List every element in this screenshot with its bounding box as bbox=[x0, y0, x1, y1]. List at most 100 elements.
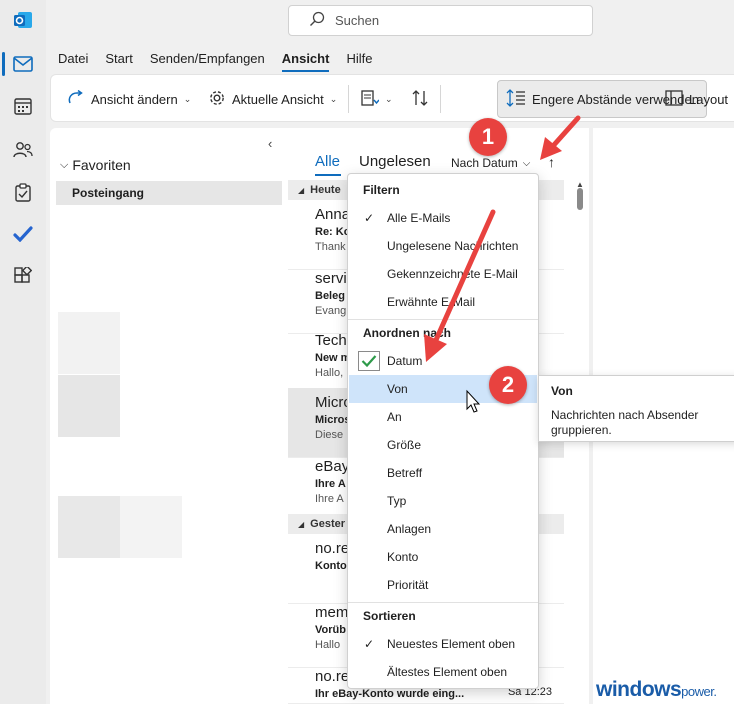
menu-item-newest-first[interactable]: ✓ Neuestes Element oben bbox=[349, 630, 537, 658]
scrollbar-thumb[interactable] bbox=[577, 188, 583, 210]
check-icon: ✓ bbox=[364, 211, 375, 225]
watermark-suffix: power. bbox=[681, 684, 717, 699]
favorites-label: Favoriten bbox=[72, 157, 131, 173]
watermark-brand: windows bbox=[596, 678, 682, 701]
menu-item-all-mails[interactable]: ✓ Alle E-Mails bbox=[349, 204, 537, 232]
menu-item-label: An bbox=[387, 410, 402, 424]
menu-tabs: Datei Start Senden/Empfangen Ansicht Hil… bbox=[58, 51, 389, 72]
app-rail bbox=[0, 0, 46, 704]
outlook-logo-icon bbox=[11, 8, 35, 32]
chevron-down-icon: ⌵ bbox=[522, 157, 531, 169]
blurred-area bbox=[58, 375, 120, 437]
menu-item-label: Neuestes Element oben bbox=[387, 637, 516, 651]
menu-item-priority[interactable]: Priorität bbox=[349, 571, 537, 599]
chevron-down-icon: ⌄ bbox=[385, 93, 393, 104]
current-view-label: Aktuelle Ansicht bbox=[232, 91, 324, 107]
sort-order-button[interactable] bbox=[411, 87, 429, 111]
chevron-down-icon: ⌄ bbox=[183, 93, 192, 104]
search-box[interactable]: Suchen bbox=[288, 5, 593, 36]
menu-divider bbox=[348, 602, 538, 603]
menu-item-label: Konto bbox=[387, 550, 419, 564]
arrange-icon bbox=[361, 89, 380, 110]
current-view-button[interactable]: Aktuelle Ansicht ⌄ bbox=[208, 87, 337, 111]
menu-item-label: Gekennzeichnete E-Mail bbox=[387, 267, 518, 281]
menu-item-unread[interactable]: Ungelesene Nachrichten bbox=[349, 232, 537, 260]
ribbon: Ansicht ändern ⌄ Aktuelle Ansicht ⌄ ⌄ En… bbox=[50, 74, 734, 122]
menu-item-label: Datum bbox=[387, 354, 423, 368]
todo-check-icon[interactable] bbox=[11, 222, 35, 246]
menu-item-label: Größe bbox=[387, 438, 422, 452]
step-badge-1: 1 bbox=[469, 118, 507, 156]
menu-item-label: Priorität bbox=[387, 578, 429, 592]
tab-unread[interactable]: Ungelesen bbox=[359, 153, 431, 170]
search-placeholder: Suchen bbox=[335, 13, 380, 28]
menu-item-attachments[interactable]: Anlagen bbox=[349, 515, 537, 543]
blurred-area bbox=[120, 496, 182, 558]
mail-icon[interactable] bbox=[11, 52, 35, 76]
menu-divider bbox=[348, 319, 538, 320]
ribbon-divider bbox=[348, 85, 349, 113]
menu-item-label: Typ bbox=[387, 494, 407, 508]
menu-item-to[interactable]: An bbox=[349, 403, 537, 431]
menu-item-label: Anlagen bbox=[387, 522, 432, 536]
menu-item-account[interactable]: Konto bbox=[349, 543, 537, 571]
sort-arrows-icon bbox=[411, 89, 429, 110]
menu-item-type[interactable]: Typ bbox=[349, 487, 537, 515]
collapse-pane-icon[interactable]: ‹ bbox=[268, 136, 272, 151]
blurred-area bbox=[58, 312, 120, 374]
line-spacing-icon bbox=[506, 88, 526, 110]
group-label: Heute bbox=[310, 184, 341, 196]
sort-filter-menu: Filtern ✓ Alle E-Mails Ungelesene Nachric… bbox=[347, 173, 539, 689]
change-view-button[interactable]: Ansicht ändern ⌄ bbox=[67, 87, 191, 111]
layout-icon bbox=[665, 89, 683, 109]
tooltip: Von Nachrichten nach Absender gruppieren… bbox=[538, 375, 734, 442]
group-label: Gester bbox=[310, 518, 346, 530]
tab-all-underline bbox=[315, 174, 341, 176]
arrange-button[interactable]: ⌄ bbox=[361, 87, 393, 111]
watermark-logo: windowspower. bbox=[596, 678, 717, 702]
tab-all[interactable]: Alle bbox=[315, 153, 340, 170]
clipboard-icon[interactable] bbox=[11, 180, 35, 204]
menu-item-size[interactable]: Größe bbox=[349, 431, 537, 459]
filter-heading: Filtern bbox=[363, 183, 400, 197]
layout-button[interactable]: Layout bbox=[665, 87, 728, 111]
calendar-icon[interactable] bbox=[11, 94, 35, 118]
green-check-icon bbox=[358, 351, 380, 371]
folder-inbox[interactable]: Posteingang bbox=[56, 181, 282, 205]
tab-senden-empfangen[interactable]: Senden/Empfangen bbox=[150, 51, 265, 72]
sort-heading: Sortieren bbox=[363, 609, 416, 623]
favorites-header[interactable]: ⌵ Favoriten bbox=[60, 157, 131, 173]
change-view-icon bbox=[67, 89, 85, 109]
sort-direction-icon[interactable]: ↑ bbox=[548, 154, 555, 170]
collapse-triangle-icon: ◢ bbox=[298, 186, 305, 195]
change-view-label: Ansicht ändern bbox=[91, 91, 178, 107]
search-icon bbox=[309, 11, 325, 30]
chevron-down-icon: ⌵ bbox=[60, 158, 69, 171]
blurred-area bbox=[58, 496, 120, 558]
apps-icon[interactable] bbox=[11, 264, 35, 288]
arrange-heading: Anordnen nach bbox=[363, 326, 452, 340]
step-badge-2: 2 bbox=[489, 366, 527, 404]
menu-item-label: Ältestes Element oben bbox=[387, 665, 508, 679]
menu-item-flagged[interactable]: Gekennzeichnete E-Mail bbox=[349, 260, 537, 288]
menu-item-oldest-first[interactable]: Ältestes Element oben bbox=[349, 658, 537, 686]
menu-item-subject[interactable]: Betreff bbox=[349, 459, 537, 487]
tab-start[interactable]: Start bbox=[105, 51, 132, 72]
tab-datei[interactable]: Datei bbox=[58, 51, 88, 72]
tab-hilfe[interactable]: Hilfe bbox=[346, 51, 372, 72]
ribbon-divider bbox=[440, 85, 441, 113]
menu-item-label: Alle E-Mails bbox=[387, 211, 451, 225]
people-icon[interactable] bbox=[11, 138, 35, 162]
check-icon: ✓ bbox=[364, 637, 375, 651]
sort-dropdown-button[interactable]: Nach Datum ⌵ bbox=[451, 156, 530, 170]
menu-item-mentioned[interactable]: Erwähnte E-Mail bbox=[349, 288, 537, 316]
menu-item-label: Erwähnte E-Mail bbox=[387, 295, 476, 309]
sort-label: Nach Datum bbox=[451, 156, 518, 170]
tooltip-description: Nachrichten nach Absender gruppieren. bbox=[551, 408, 699, 437]
layout-label: Layout bbox=[689, 91, 729, 107]
menu-item-label: Von bbox=[387, 382, 408, 396]
tab-ansicht[interactable]: Ansicht bbox=[281, 51, 330, 72]
gear-icon bbox=[208, 89, 226, 110]
folder-pane: ‹ ⌵ Favoriten Posteingang bbox=[50, 128, 288, 704]
rail-active-indicator bbox=[2, 52, 5, 76]
